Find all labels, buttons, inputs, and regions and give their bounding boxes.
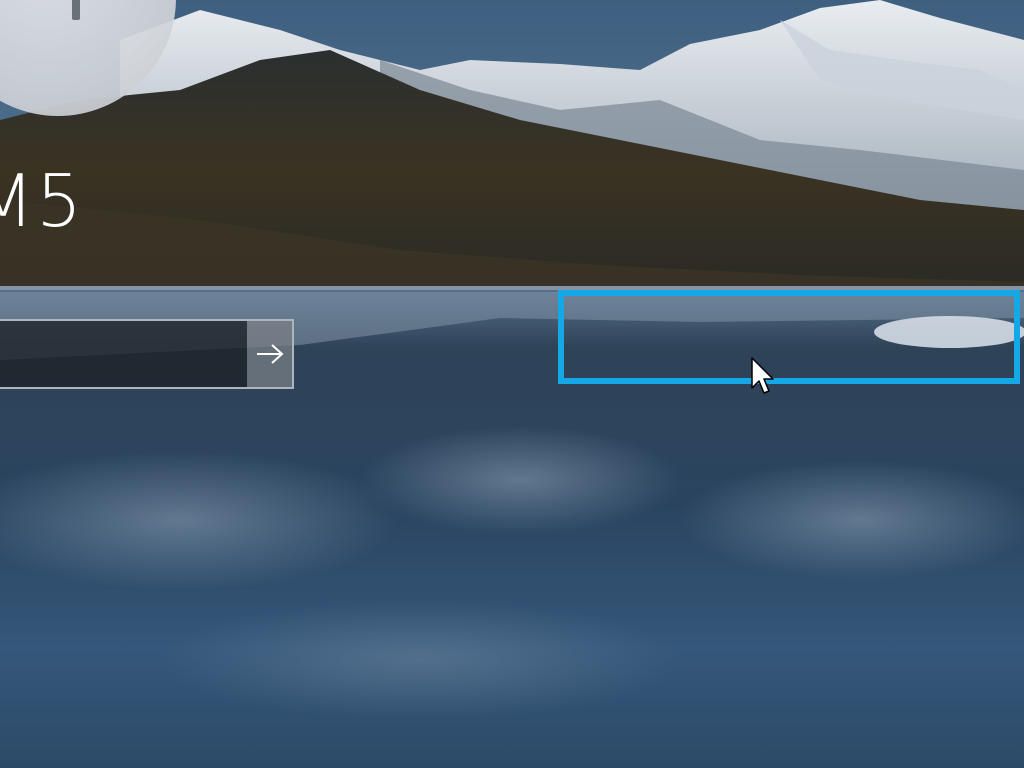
mouse-pointer-icon <box>751 357 774 394</box>
lock-screen: M5 <box>0 0 1024 768</box>
submit-button[interactable] <box>247 321 292 387</box>
password-input[interactable] <box>0 321 247 387</box>
arrow-right-icon <box>256 344 283 364</box>
password-field-container <box>0 319 294 389</box>
avatar-glyph <box>72 0 80 20</box>
username-label: M5 <box>0 159 84 243</box>
highlight-box <box>558 290 1020 384</box>
